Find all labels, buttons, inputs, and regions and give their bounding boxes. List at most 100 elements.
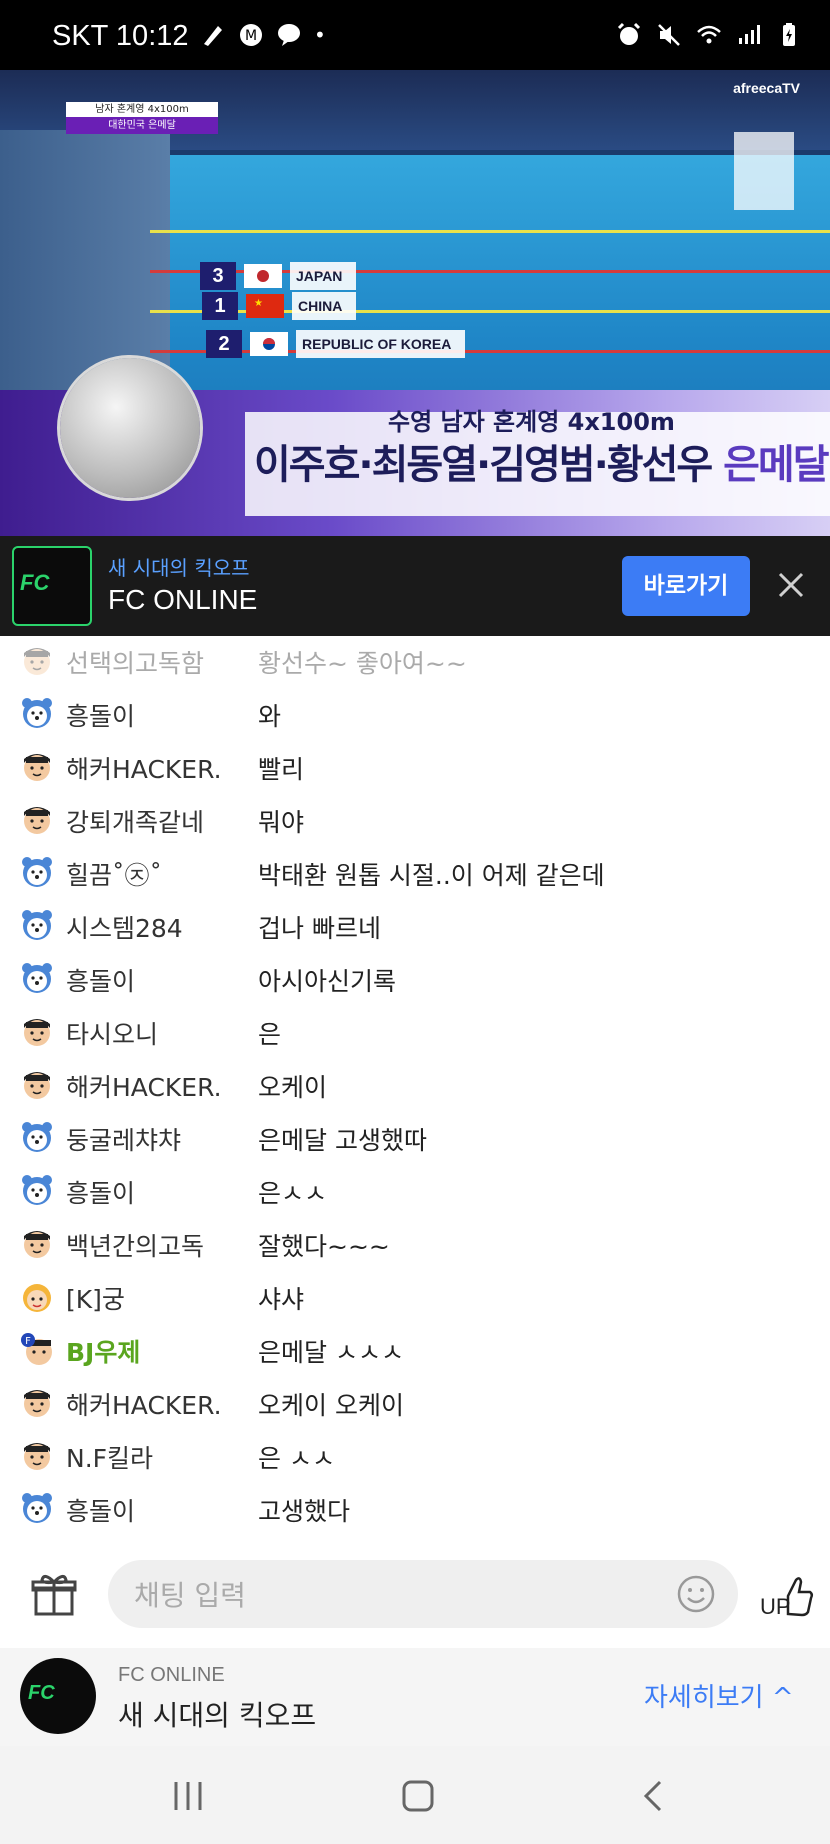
chat-message: 시스템284 겁나 빠르네: [0, 899, 830, 952]
chat-message: 타시오니 은: [0, 1005, 830, 1058]
ad-subtitle: 새 시대의 킥오프: [108, 556, 250, 580]
status-bar: SKT 10:12 M •: [0, 0, 830, 70]
mbc-watermark: [734, 132, 794, 210]
result-row: 3 JAPAN: [200, 262, 357, 290]
result-row: 1 ★ CHINA: [202, 292, 357, 320]
ad-go-button[interactable]: 바로가기: [622, 556, 750, 616]
chat-nickname[interactable]: 시스템284: [66, 909, 183, 945]
banner-swimmers: 이주호·최동열·김영범·황선우: [254, 442, 713, 488]
recent-apps-icon[interactable]: [168, 1776, 208, 1816]
result-rank: 2: [206, 330, 242, 358]
chat-nickname[interactable]: 강퇴개족같네: [66, 803, 204, 839]
up-icon[interactable]: UP: [758, 1566, 814, 1622]
chat-nickname[interactable]: 해커HACKER.: [66, 750, 222, 786]
avatar[interactable]: [20, 643, 54, 677]
score-top: 남자 혼계영 4x100m: [66, 102, 218, 117]
korea-flag-icon: [250, 332, 288, 356]
avatar[interactable]: [20, 855, 54, 889]
banner-medal: 은메달: [723, 442, 829, 488]
chat-message: 흥돌이 고생했다: [0, 1482, 830, 1530]
chat-message: N.F킬라 은 ㅅㅅ: [0, 1429, 830, 1482]
result-row: 2 REPUBLIC OF KOREA: [206, 330, 466, 358]
wifi-icon: [696, 22, 722, 48]
avatar[interactable]: [20, 961, 54, 995]
svg-text:F: F: [25, 1336, 31, 1347]
result-rank: 1: [202, 292, 238, 320]
home-icon[interactable]: [398, 1776, 438, 1816]
avatar[interactable]: [20, 1385, 54, 1419]
chat-message: 선택의고독함 황선수~ 좋아여~~: [0, 640, 830, 687]
chat-nickname[interactable]: 흥돌이: [66, 697, 135, 733]
chat-nickname[interactable]: [K]궁: [66, 1280, 125, 1316]
quill-icon: [200, 22, 226, 48]
chat-text: 겁나 빠르네: [258, 914, 381, 943]
chat-text: 고생했다: [258, 1497, 351, 1526]
promo-more-link[interactable]: 자세히보기 ^: [644, 1677, 794, 1714]
chat-text: 오케이 오케이: [258, 1391, 404, 1420]
avatar[interactable]: [20, 802, 54, 836]
avatar[interactable]: [20, 1438, 54, 1472]
chat-input[interactable]: [108, 1560, 738, 1630]
promo-logo-text: FC: [28, 1682, 55, 1704]
chat-message: 흥돌이 아시아신기록: [0, 952, 830, 1005]
chat-input-field[interactable]: [132, 1560, 656, 1630]
promo-title: 새 시대의 킥오프: [118, 1699, 317, 1732]
status-time: SKT 10:12: [52, 20, 189, 52]
chat-nickname[interactable]: 해커HACKER.: [66, 1386, 222, 1422]
avatar[interactable]: [20, 1067, 54, 1101]
avatar[interactable]: [20, 1491, 54, 1525]
chat-text: 박태환 원톱 시절..이 어제 같은데: [258, 861, 605, 890]
gift-icon[interactable]: [30, 1570, 78, 1618]
chat-nickname[interactable]: 백년간의고독: [66, 1227, 204, 1263]
chat-text: 황선수~ 좋아여~~: [258, 649, 467, 678]
avatar[interactable]: F: [20, 1332, 54, 1366]
chat-nickname[interactable]: 흥돌이: [66, 962, 135, 998]
chat-text: 오케이: [258, 1073, 328, 1102]
lane-rope: [150, 230, 830, 233]
avatar[interactable]: [20, 1120, 54, 1154]
chat-nickname[interactable]: 흥돌이: [66, 1492, 135, 1528]
status-right-icons: [616, 22, 802, 48]
battery-charging-icon: [776, 22, 802, 48]
chat-nickname[interactable]: 둥굴레챠챠: [66, 1121, 181, 1157]
avatar[interactable]: [20, 908, 54, 942]
avatar[interactable]: [20, 749, 54, 783]
chat-nickname[interactable]: 해커HACKER.: [66, 1068, 222, 1104]
chat-nickname[interactable]: 힐끔˚㉨˚: [66, 856, 162, 892]
score-graphic: 남자 혼계영 4x100m 대한민국 은메달: [66, 102, 218, 134]
chat-text: 와: [258, 702, 282, 731]
medal-image: [60, 358, 200, 498]
avatar[interactable]: [20, 1226, 54, 1260]
chat-nickname[interactable]: BJ우제: [66, 1333, 140, 1369]
chat-nickname[interactable]: 흥돌이: [66, 1174, 135, 1210]
chat-nickname[interactable]: 타시오니: [66, 1015, 158, 1051]
broadcaster-logo: afreecaTV: [733, 80, 800, 96]
chat-text: 은: [258, 1020, 282, 1049]
signal-icon: [736, 22, 762, 48]
avatar[interactable]: [20, 1279, 54, 1313]
status-left-icons: M •: [200, 22, 326, 48]
avatar[interactable]: [20, 696, 54, 730]
svg-text:M: M: [245, 28, 257, 44]
up-label: UP: [760, 1594, 791, 1619]
avatar[interactable]: [20, 1173, 54, 1207]
m-circle-icon: M: [238, 22, 264, 48]
score-bottom: 대한민국 은메달: [66, 117, 218, 134]
back-icon[interactable]: [634, 1776, 674, 1816]
chat-message: 흥돌이 와: [0, 687, 830, 740]
chat-nickname[interactable]: N.F킬라: [66, 1439, 153, 1475]
chat-list[interactable]: 선택의고독함 황선수~ 좋아여~~ 흥돌이 와해커HACKER. 빨리강퇴개족같네 뭐야힐…: [0, 640, 830, 1530]
chat-message: [K]궁 샤샤: [0, 1270, 830, 1323]
chat-bubble-icon: [276, 22, 302, 48]
chat-message: 해커HACKER. 빨리: [0, 740, 830, 793]
close-icon[interactable]: [774, 568, 808, 602]
chat-nickname[interactable]: 선택의고독함: [66, 644, 204, 680]
result-rank: 3: [200, 262, 236, 290]
result-country: REPUBLIC OF KOREA: [296, 330, 466, 358]
alarm-icon: [616, 22, 642, 48]
ad-title: FC ONLINE: [108, 584, 258, 615]
avatar[interactable]: [20, 1014, 54, 1048]
smiley-icon[interactable]: [676, 1574, 716, 1614]
chat-text: 뭐야: [258, 808, 305, 837]
china-flag-icon: ★: [246, 294, 284, 318]
